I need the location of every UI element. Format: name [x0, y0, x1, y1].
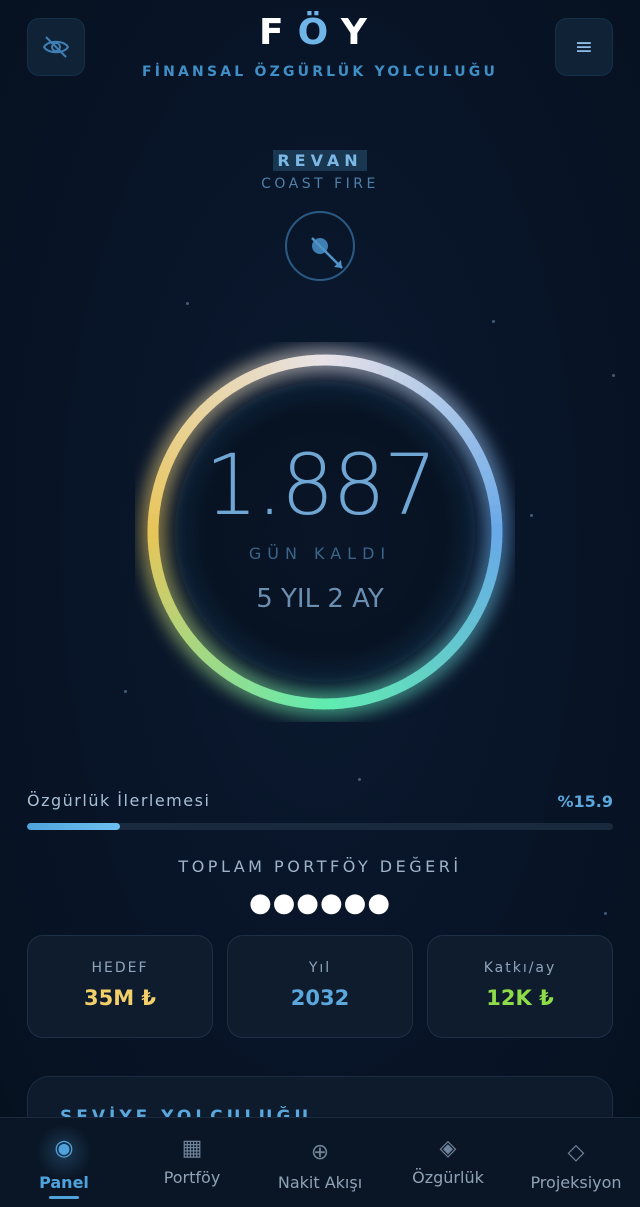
- freedom-progress-bar: [27, 823, 613, 830]
- compass-icon[interactable]: [284, 210, 356, 282]
- stat-label: HEDEF: [28, 960, 212, 976]
- nav-item-freedom[interactable]: ◈ Özgürlük: [384, 1118, 512, 1207]
- stat-label: Yıl: [228, 960, 412, 976]
- nav-item-cash-flow[interactable]: ⊕ Nakit Akışı: [256, 1118, 384, 1207]
- stat-card-target[interactable]: HEDEF 35M ₺: [27, 935, 213, 1038]
- freedom-progress-label: Özgürlük İlerlemesi: [27, 791, 210, 810]
- level-subtitle: COAST FIRE: [0, 176, 640, 192]
- diamond-icon: ◇: [512, 1140, 640, 1165]
- nav-label: Portföy: [128, 1168, 256, 1187]
- app-tagline: FİNANSAL ÖZGÜRLÜK YOLCULUĞU: [0, 64, 640, 80]
- stat-value: 2032: [228, 986, 412, 1010]
- menu-icon: ≡: [575, 35, 593, 60]
- logo-letter-o: Ö: [298, 12, 341, 53]
- stat-value: 35M ₺: [28, 986, 212, 1010]
- nav-label: Projeksiyon: [512, 1173, 640, 1192]
- stat-value: 12K ₺: [428, 986, 612, 1010]
- star-decoration: [492, 320, 495, 323]
- duration-remaining: 5 YIL 2 AY: [0, 584, 640, 614]
- target-icon: ◉: [0, 1136, 128, 1161]
- diamond-filled-icon: ◈: [384, 1136, 512, 1161]
- stat-label: Katkı/ay: [428, 960, 612, 976]
- portfolio-total-label: TOPLAM PORTFÖY DEĞERİ: [0, 857, 640, 876]
- level-name-text: REVAN: [273, 150, 366, 171]
- level-name: REVAN: [0, 150, 640, 171]
- star-decoration: [358, 778, 361, 781]
- nav-item-panel[interactable]: ◉ Panel: [0, 1118, 128, 1207]
- days-remaining-label: GÜN KALDI: [0, 544, 640, 563]
- nav-label: Nakit Akışı: [256, 1173, 384, 1192]
- nav-label: Özgürlük: [384, 1168, 512, 1187]
- logo-letter-y: Y: [341, 12, 381, 53]
- bottom-navigation: ◉ Panel ▦ Portföy ⊕ Nakit Akışı ◈ Özgürl…: [0, 1117, 640, 1207]
- grid-icon: ▦: [128, 1136, 256, 1161]
- app-logo: FÖY: [0, 12, 640, 53]
- menu-button[interactable]: ≡: [555, 18, 613, 76]
- star-decoration: [124, 690, 127, 693]
- nav-item-projection[interactable]: ◇ Projeksiyon: [512, 1118, 640, 1207]
- freedom-progress-value: %15.9: [557, 792, 613, 811]
- star-decoration: [186, 302, 189, 305]
- stat-card-year[interactable]: Yıl 2032: [227, 935, 413, 1038]
- nav-label: Panel: [0, 1173, 128, 1192]
- plus-circle-icon: ⊕: [256, 1140, 384, 1165]
- stat-card-contribution[interactable]: Katkı/ay 12K ₺: [427, 935, 613, 1038]
- active-indicator: [49, 1196, 79, 1199]
- days-remaining: 1.887: [0, 436, 640, 534]
- freedom-progress-fill: [27, 823, 120, 830]
- portfolio-total-value[interactable]: ●●●●●●: [0, 890, 640, 916]
- logo-letter-f: F: [259, 12, 298, 53]
- star-decoration: [612, 374, 615, 377]
- nav-item-portfolio[interactable]: ▦ Portföy: [128, 1118, 256, 1207]
